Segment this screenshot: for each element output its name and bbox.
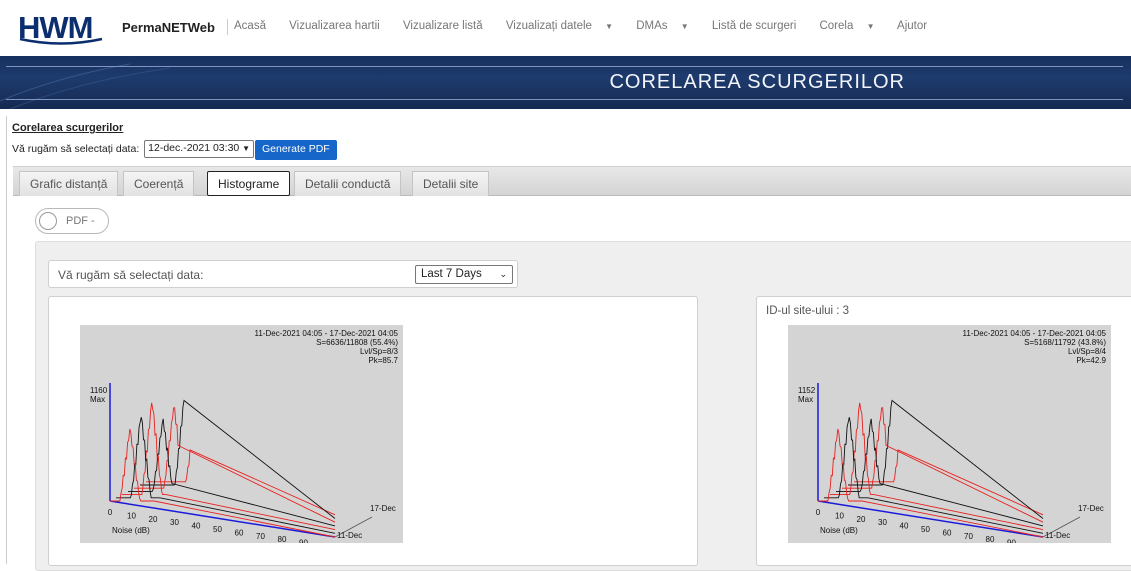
main-content: Corelarea scurgerilor Vă rugăm să select… (6, 116, 1131, 571)
top-navbar: HWM PermaNETWeb Acasă Vizualizarea harti… (0, 0, 1131, 56)
chart-header-line: 11-Dec-2021 04:05 - 17-Dec-2021 04:05 (255, 329, 399, 338)
max-value-label: 1160 (90, 386, 108, 395)
x-axis-label: Noise (dB) (820, 526, 858, 535)
nav-item-dmas[interactable]: DMAs ▼ (636, 20, 698, 32)
site-id-label: ID-ul site-ului : 3 (766, 305, 850, 317)
nav-item-map[interactable]: Vizualizarea hartii (289, 20, 390, 32)
date-start-label: 11-Dec (337, 531, 362, 540)
nav-menu: Acasă Vizualizarea hartii Vizualizare li… (234, 20, 947, 32)
x-tick-label: 90 (299, 539, 308, 543)
date-end-label: 17-Dec (1078, 504, 1104, 513)
brand-name[interactable]: PermaNETWeb (122, 20, 215, 35)
tab-site-details[interactable]: Detalii site (412, 171, 490, 196)
x-tick-label: 20 (149, 515, 158, 524)
x-tick-label: 40 (900, 522, 909, 531)
nav-item-home[interactable]: Acasă (234, 20, 276, 32)
x-tick-label: 60 (235, 528, 244, 537)
max-label: Max (798, 395, 813, 404)
histogram-trace (122, 402, 336, 531)
histogram-plot-2: 11-Dec-2021 04:05 - 17-Dec-2021 04:05 S=5… (788, 325, 1111, 543)
histogram-panel: Vă rugăm să selectați data: Last 7 Days … (35, 241, 1131, 571)
caret-down-icon: ▼ (605, 22, 614, 31)
nav-item-help[interactable]: Ajutor (897, 20, 937, 32)
date-label: Vă rugăm să selectați data: (12, 142, 140, 155)
pdf-toggle-label: PDF - (66, 215, 95, 227)
nav-item-list[interactable]: Vizualizare listă (403, 20, 493, 32)
chart-header-line: S=5168/11792 (43.8%) (1024, 338, 1106, 347)
toggle-knob (39, 212, 57, 230)
x-tick-label: 10 (127, 511, 136, 520)
chevron-down-icon: ⌄ (499, 269, 507, 279)
x-tick-label: 50 (921, 525, 930, 534)
chart-header-line: Pk=42.9 (1076, 356, 1106, 365)
x-tick-label: 40 (192, 522, 201, 531)
pdf-toggle[interactable]: PDF - (35, 208, 109, 234)
date-select[interactable]: 12-dec.-2021 03:30 ▼ (144, 140, 255, 158)
max-label: Max (90, 395, 105, 404)
date-start-label: 11-Dec (1045, 531, 1070, 540)
x-tick-label: 50 (213, 525, 222, 534)
banner-frame (6, 66, 1123, 100)
x-tick-label: 0 (108, 508, 113, 517)
x-tick-label: 80 (986, 535, 995, 543)
period-select-box: Vă rugăm să selectați data: Last 7 Days … (48, 260, 518, 288)
banner-title: CORELAREA SCURGERILOR (609, 71, 905, 93)
caret-down-icon: ▼ (680, 22, 689, 31)
max-value-label: 1152 (798, 386, 816, 395)
x-tick-label: 0 (816, 508, 821, 517)
tab-coherence[interactable]: Coerență (123, 171, 195, 196)
period-select[interactable]: Last 7 Days ⌄ (415, 265, 513, 284)
caret-down-icon: ▼ (866, 22, 875, 31)
histogram-plot-1: 11-Dec-2021 04:05 - 17-Dec-2021 04:05 S=6… (80, 325, 403, 543)
page-title: Corelarea scurgerilor (12, 122, 124, 134)
histogram-trace (830, 402, 1044, 531)
period-select-label: Vă rugăm să selectați data: (58, 268, 204, 282)
nav-item-data[interactable]: Vizualizați datele ▼ (506, 20, 623, 32)
x-axis-label: Noise (dB) (112, 526, 150, 535)
x-tick-label: 80 (278, 535, 287, 543)
histogram-chart-2: 11-Dec-2021 04:05 - 17-Dec-2021 04:05S=5… (798, 329, 1107, 543)
histogram-chart-1: 11-Dec-2021 04:05 - 17-Dec-2021 04:05S=6… (90, 329, 399, 543)
nav-divider (227, 19, 228, 35)
histogram-tab-content: PDF - Vă rugăm să selectați data: Last 7… (13, 196, 1131, 571)
date-select-row: Vă rugăm să selectați data: 12-dec.-2021… (12, 140, 255, 158)
nav-item-leaks[interactable]: Listă de scurgeri (712, 20, 806, 32)
tab-bar: Grafic distanță Coerență Histograme Deta… (13, 166, 1131, 196)
chart-header-line: Pk=85.7 (368, 356, 398, 365)
tab-distance-graph[interactable]: Grafic distanță (19, 171, 119, 196)
generate-pdf-button[interactable]: Generate PDF (255, 140, 337, 160)
page-banner: CORELAREA SCURGERILOR (0, 56, 1131, 109)
x-tick-label: 70 (964, 532, 973, 541)
x-tick-label: 30 (170, 518, 179, 527)
x-tick-label: 30 (878, 518, 887, 527)
x-tick-label: 70 (256, 532, 265, 541)
logo-swoosh (19, 37, 103, 45)
tab-histograms[interactable]: Histograme (207, 171, 291, 196)
x-tick-label: 60 (943, 528, 952, 537)
date-end-label: 17-Dec (370, 504, 396, 513)
chart-header-line: S=6636/11808 (55.4%) (316, 338, 398, 347)
histogram-trace (818, 428, 1044, 538)
x-tick-label: 10 (835, 511, 844, 520)
histogram-trace (110, 428, 336, 538)
chart-header-line: Lvl/Sp=8/4 (1068, 347, 1107, 356)
nav-item-corela[interactable]: Corela ▼ (819, 20, 884, 32)
tab-pipe-details[interactable]: Detalii conductă (294, 171, 402, 196)
histogram-card-1: 11-Dec-2021 04:05 - 17-Dec-2021 04:05 S=6… (48, 296, 698, 566)
chevron-down-icon: ▼ (242, 144, 251, 153)
chart-header-line: 11-Dec-2021 04:05 - 17-Dec-2021 04:05 (963, 329, 1107, 338)
x-tick-label: 20 (857, 515, 866, 524)
histogram-card-2: ID-ul site-ului : 3 11-Dec-2021 04:05 - … (756, 296, 1131, 566)
chart-header-line: Lvl/Sp=8/3 (360, 347, 399, 356)
x-tick-label: 90 (1007, 539, 1016, 543)
